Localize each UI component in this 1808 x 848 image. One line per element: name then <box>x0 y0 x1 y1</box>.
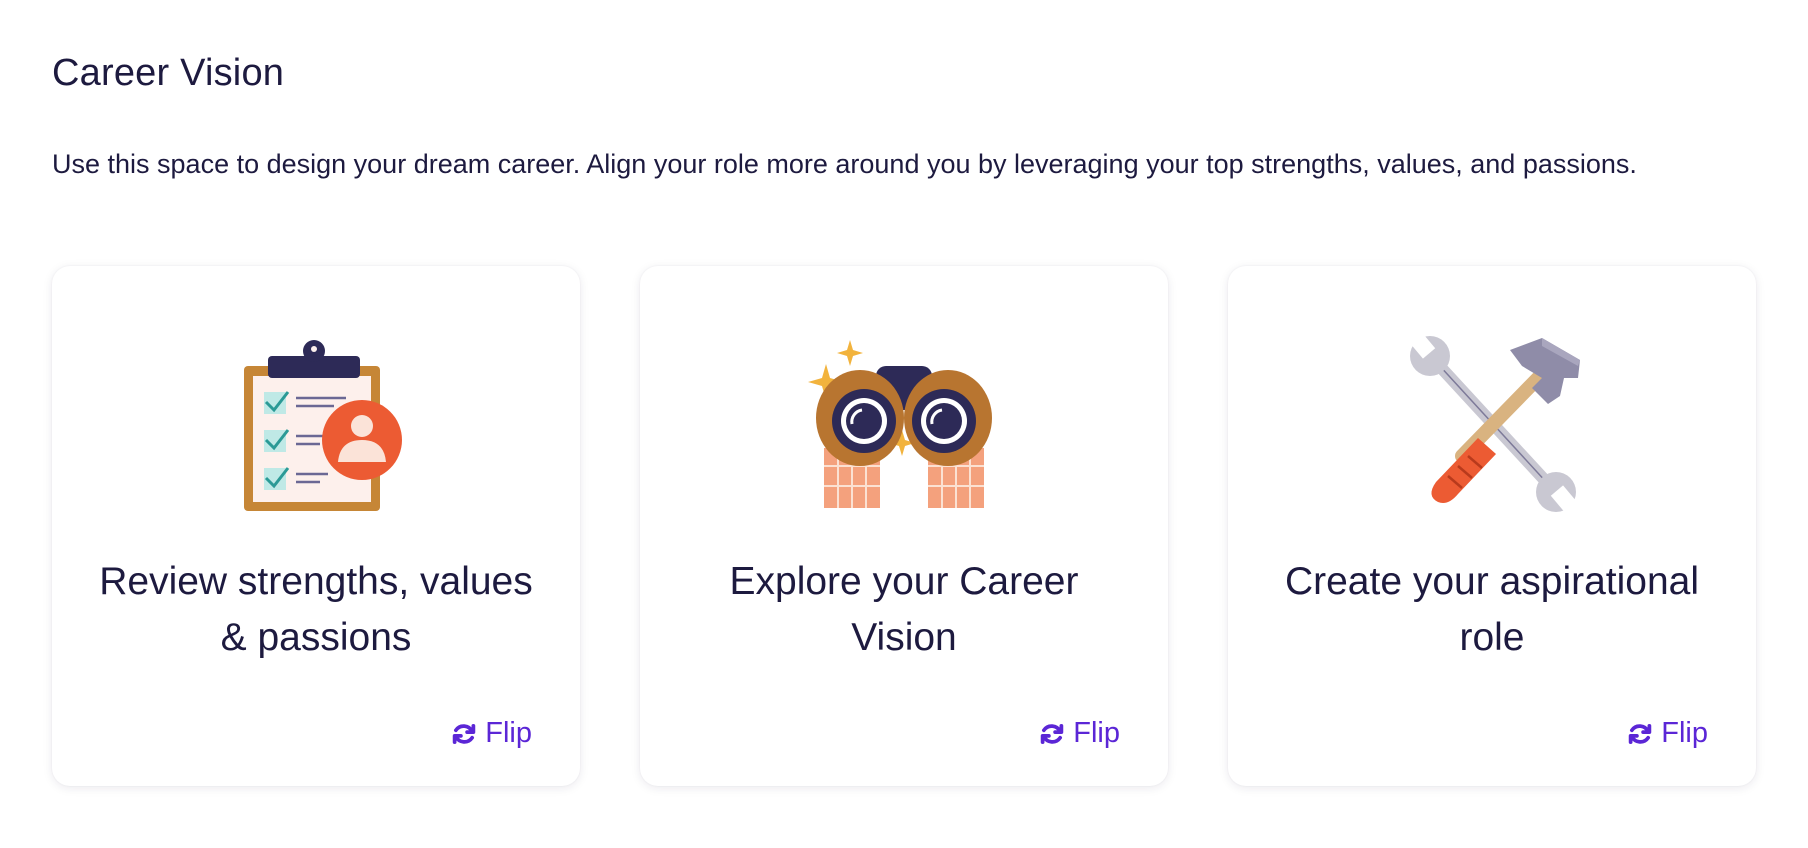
flip-button[interactable]: Flip <box>1625 717 1708 750</box>
page-description: Use this space to design your dream care… <box>52 149 1637 179</box>
card-title: Create your aspirational role <box>1284 560 1700 659</box>
card-explore-career-vision[interactable]: Explore your Career Vision Flip <box>640 266 1168 786</box>
card-review-strengths[interactable]: Review strengths, values & passions Flip <box>52 266 580 786</box>
flip-label: Flip <box>1073 717 1120 749</box>
card-create-aspirational-role[interactable]: Create your aspirational role Flip <box>1228 266 1756 786</box>
flip-label: Flip <box>485 717 532 749</box>
flip-button[interactable]: Flip <box>449 717 532 750</box>
card-list: Review strengths, values & passions Flip <box>52 266 1756 786</box>
clipboard-checklist-icon <box>244 340 402 511</box>
career-vision-page: Career Vision Use this space to design y… <box>0 0 1808 848</box>
page-title: Career Vision <box>52 52 285 94</box>
card-title: Explore your Career Vision <box>729 560 1079 659</box>
wrench-hammer-icon <box>1408 331 1580 513</box>
refresh-icon <box>1629 723 1652 744</box>
card-title: Review strengths, values & passions <box>99 560 533 659</box>
refresh-icon <box>1041 723 1064 744</box>
flip-button[interactable]: Flip <box>1037 717 1120 750</box>
flip-label: Flip <box>1661 717 1708 749</box>
binoculars-icon <box>808 340 992 508</box>
refresh-icon <box>453 723 476 744</box>
